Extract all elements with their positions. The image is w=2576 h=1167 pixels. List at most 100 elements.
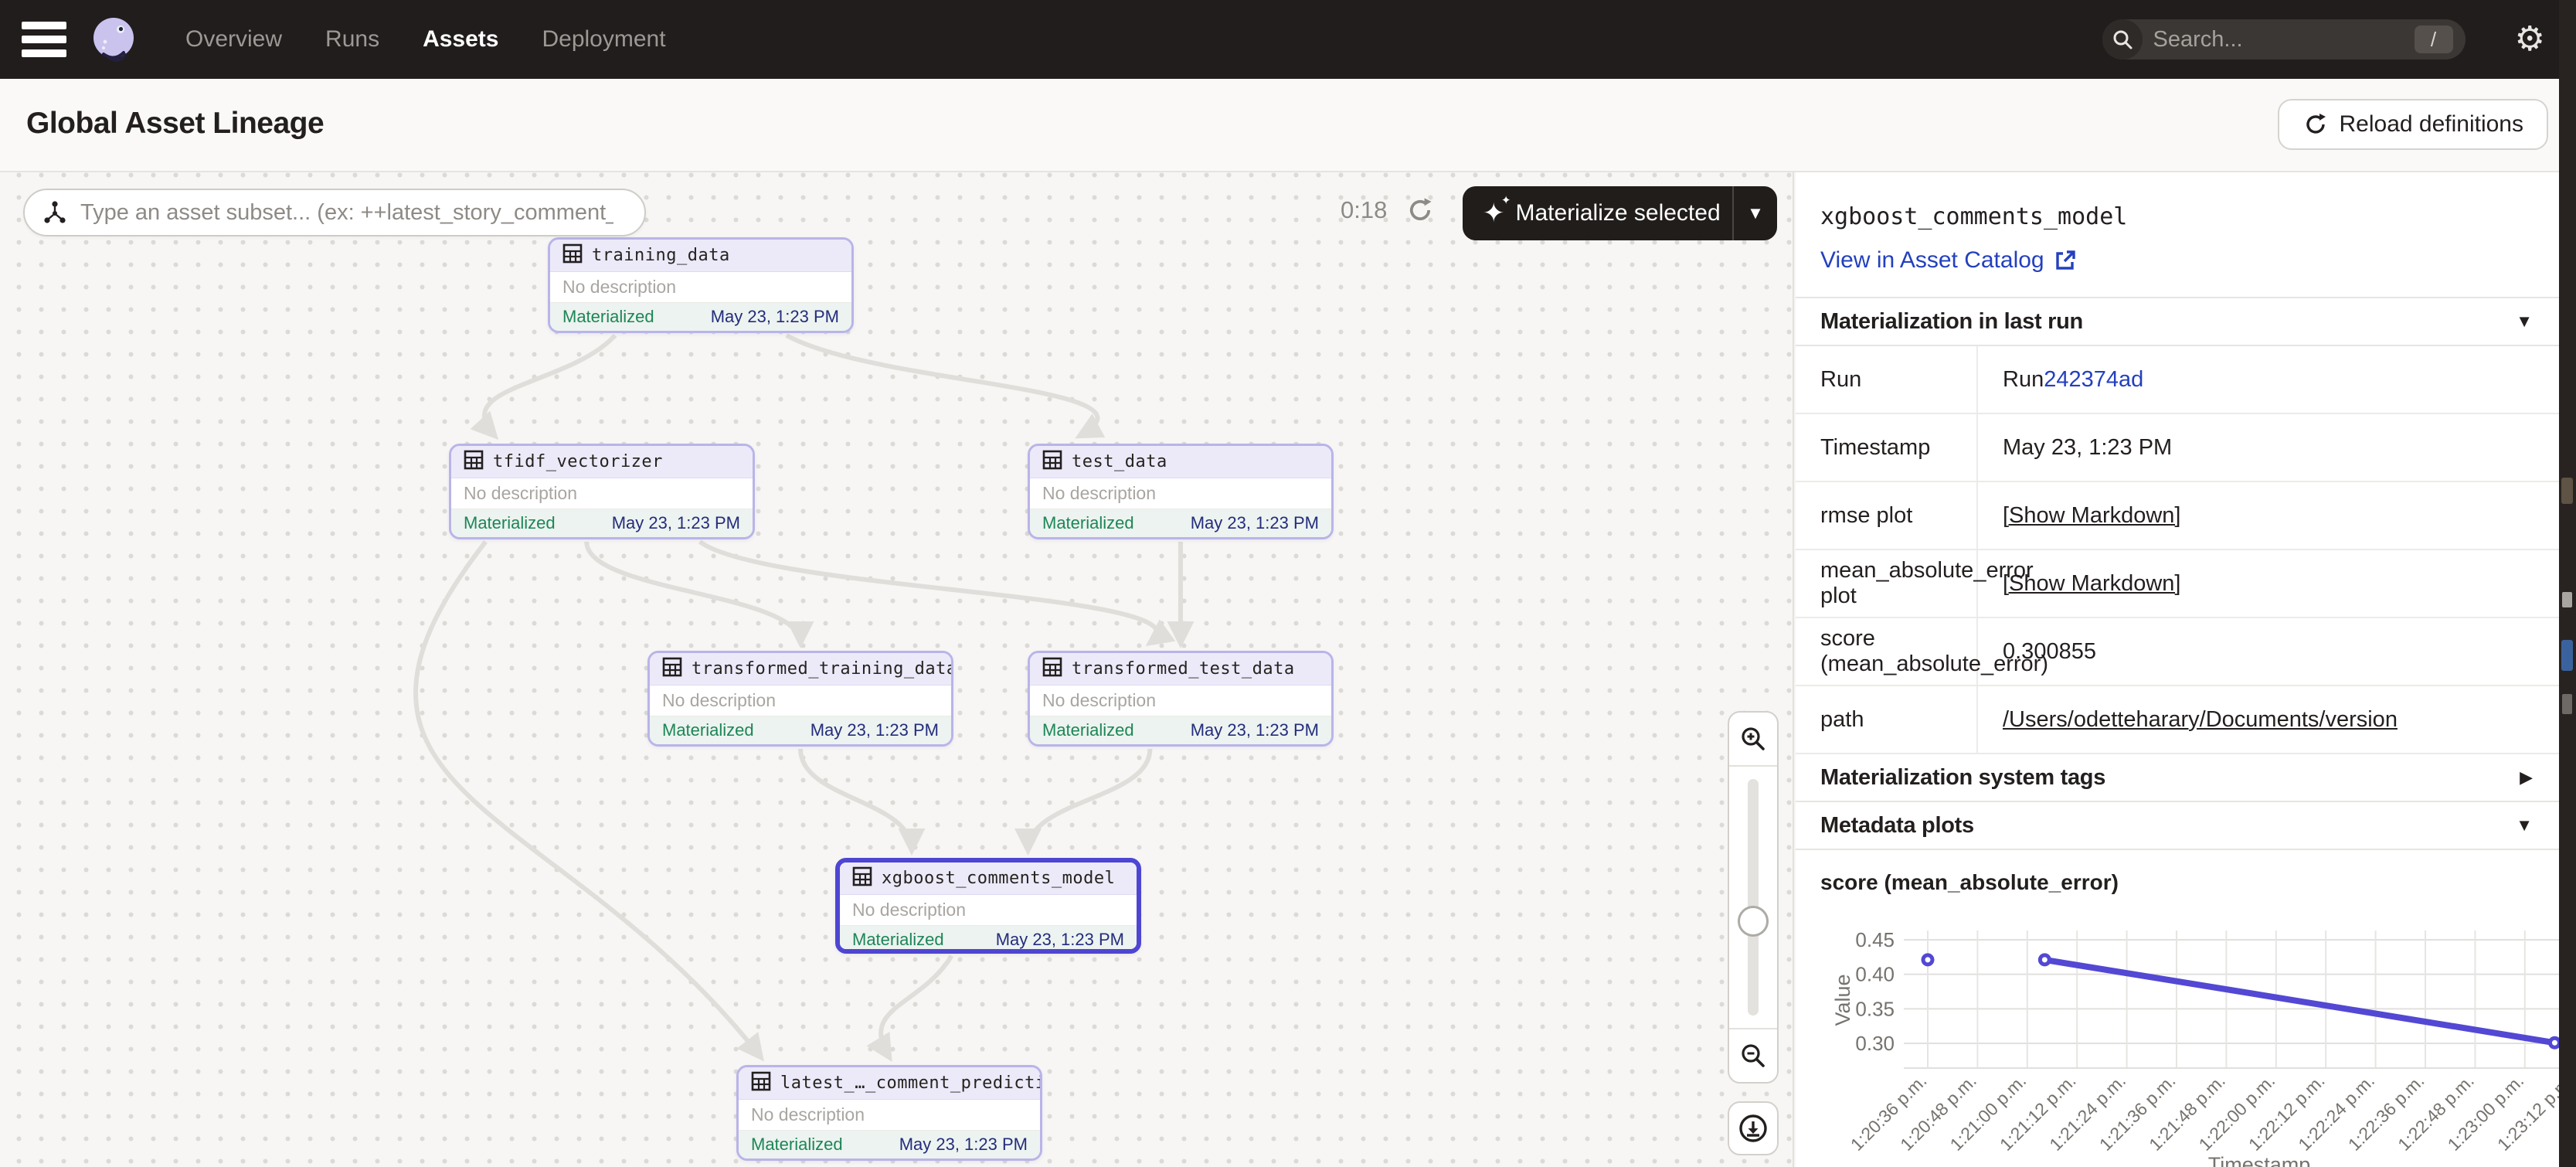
zoom-slider-handle[interactable] (1738, 906, 1769, 937)
metadata-row: mean_absolute_error plot [Show Markdown] (1796, 550, 2559, 618)
asset-node-transformed_training_data[interactable]: transformed_training_data No description M… (647, 651, 953, 747)
table-icon (1042, 450, 1062, 474)
run-id-link[interactable]: 242374ad (2044, 367, 2143, 393)
sparkle-icon: ✦ (1483, 198, 1505, 229)
asset-node-name: test_data (1072, 452, 1167, 471)
section-metadata-plots[interactable]: Metadata plots ▼ (1796, 802, 2559, 850)
metadata-row: rmse plot [Show Markdown] (1796, 482, 2559, 550)
reload-definitions-button[interactable]: Reload definitions (2278, 99, 2549, 150)
view-in-asset-catalog-link[interactable]: View in Asset Catalog (1820, 247, 2077, 274)
svg-text:Value: Value (1831, 974, 1854, 1026)
materialized-status: Materialized (852, 930, 944, 950)
table-icon (852, 866, 872, 890)
top-nav: Overview Runs Assets Deployment / ⚙ (0, 0, 2576, 79)
hamburger-menu-icon[interactable] (22, 22, 71, 57)
page-header: Global Asset Lineage Reload definitions (0, 79, 2576, 172)
svg-text:Timestamp: Timestamp (2208, 1153, 2311, 1167)
asset-node-description: No description (550, 272, 851, 303)
asset-node-name: transformed_training_data (692, 659, 953, 679)
materialized-status: Materialized (464, 513, 556, 533)
zoom-out-button[interactable] (1729, 1028, 1777, 1082)
asset-graph-icon (42, 199, 68, 226)
background-window-strip (2559, 0, 2576, 1167)
tab-assets[interactable]: Assets (423, 26, 498, 53)
section-materialization-last-run[interactable]: Materialization in last run ▼ (1796, 298, 2559, 346)
table-icon (1042, 657, 1062, 681)
asset-node-training_data[interactable]: training_data No description Materialized M… (548, 237, 854, 333)
asset-node-xgboost_comments_model[interactable]: xgboost_comments_modelNo descriptionMate… (835, 858, 1141, 954)
refresh-icon[interactable] (1405, 196, 1435, 225)
section-materialization-system-tags[interactable]: Materialization system tags ▶ (1796, 754, 2559, 802)
asset-node-name: tfidf_vectorizer (493, 452, 663, 471)
search-icon (2102, 19, 2143, 60)
asset-filter (23, 189, 646, 236)
refresh-timer: 0:18 (1341, 196, 1387, 224)
dagster-logo[interactable] (88, 14, 139, 65)
asset-node-description: No description (1030, 686, 1331, 716)
metadata-link[interactable]: [Show Markdown] (2003, 571, 2181, 597)
asset-node-name: transformed_test_data (1072, 659, 1295, 679)
materialize-dropdown-caret[interactable]: ▼ (1734, 203, 1777, 223)
global-search[interactable]: / (2102, 19, 2466, 60)
chevron-down-icon: ▼ (2516, 311, 2533, 332)
asset-details-sidebar: xgboost_comments_model View in Asset Cat… (1796, 172, 2559, 1167)
tab-runs[interactable]: Runs (325, 26, 379, 53)
materialized-timestamp: May 23, 1:23 PM (1191, 720, 1319, 740)
sidebar-asset-name: xgboost_comments_model (1820, 203, 2534, 230)
svg-text:0.45: 0.45 (1855, 928, 1895, 951)
metadata-value: 0.300855 (2003, 639, 2096, 665)
search-input[interactable] (2153, 27, 2370, 53)
materialized-timestamp: May 23, 1:23 PM (899, 1135, 1028, 1155)
external-link-icon (2054, 249, 2077, 272)
download-graph-button[interactable] (1728, 1101, 1779, 1155)
metadata-label: path (1796, 686, 1978, 753)
svg-text:0.40: 0.40 (1855, 963, 1895, 986)
materialized-timestamp: May 23, 1:23 PM (711, 307, 839, 327)
settings-gear-icon[interactable]: ⚙ (2515, 22, 2545, 56)
metadata-label: rmse plot (1796, 482, 1978, 549)
asset-node-tfidf_vectorizer[interactable]: tfidf_vectorizer No description Materializ… (449, 444, 755, 539)
metadata-row: path/Users/odetteharary/Documents/versio… (1796, 686, 2559, 754)
materialized-timestamp: May 23, 1:23 PM (612, 513, 740, 533)
metadata-value: May 23, 1:23 PM (2003, 435, 2172, 461)
metadata-row: RunRun 242374ad (1796, 346, 2559, 414)
zoom-in-button[interactable] (1729, 713, 1777, 767)
metadata-link[interactable]: /Users/odetteharary/Documents/version (2003, 707, 2398, 733)
table-icon (464, 450, 484, 474)
asset-node-test_data[interactable]: test_dataNo descriptionMaterializedMay 2… (1028, 444, 1334, 539)
metadata-label: Run (1796, 346, 1978, 413)
download-icon (1737, 1112, 1769, 1145)
asset-node-description: No description (650, 686, 951, 716)
materialized-status: Materialized (1042, 513, 1134, 533)
table-icon (662, 657, 682, 681)
score-plot: 0.300.350.400.451:20:36 p.m.1:20:48 p.m.… (1796, 900, 2559, 1167)
materialize-selected-button[interactable]: ✦ Materialize selected ▼ (1463, 186, 1777, 240)
asset-node-latest_comment_predictions[interactable]: latest_…_comment_predictions No descripti… (736, 1065, 1042, 1161)
zoom-controls (1728, 711, 1779, 1084)
metadata-label: mean_absolute_error plot (1796, 550, 1978, 617)
search-shortcut-badge: / (2415, 26, 2453, 53)
metadata-row: score (mean_absolute_error) 0.300855 (1796, 618, 2559, 686)
metadata-label: score (mean_absolute_error) (1796, 618, 1978, 685)
tab-overview[interactable]: Overview (185, 26, 282, 53)
materialized-status: Materialized (662, 720, 754, 740)
svg-text:0.30: 0.30 (1855, 1032, 1895, 1055)
zoom-slider[interactable] (1729, 767, 1777, 1028)
chart-title: score (mean_absolute_error) (1796, 850, 2559, 900)
asset-node-name: latest_…_comment_predictions (780, 1073, 1042, 1093)
tab-deployment[interactable]: Deployment (542, 26, 665, 53)
metadata-link[interactable]: [Show Markdown] (2003, 503, 2181, 529)
materialized-timestamp: May 23, 1:23 PM (996, 930, 1124, 950)
asset-node-name: training_data (592, 246, 730, 265)
asset-subset-input[interactable] (80, 200, 613, 226)
materialized-status: Materialized (562, 307, 654, 327)
asset-node-description: No description (451, 478, 753, 509)
materialized-status: Materialized (751, 1135, 843, 1155)
asset-node-transformed_test_data[interactable]: transformed_test_dataNo descriptionMater… (1028, 651, 1334, 747)
asset-node-description: No description (739, 1100, 1040, 1131)
page-title: Global Asset Lineage (26, 107, 324, 141)
asset-lineage-graph[interactable]: training_data No description Materialized M… (0, 172, 1794, 1167)
table-icon (751, 1071, 771, 1095)
asset-node-name: xgboost_comments_model (882, 869, 1115, 888)
materialized-timestamp: May 23, 1:23 PM (1191, 513, 1319, 533)
